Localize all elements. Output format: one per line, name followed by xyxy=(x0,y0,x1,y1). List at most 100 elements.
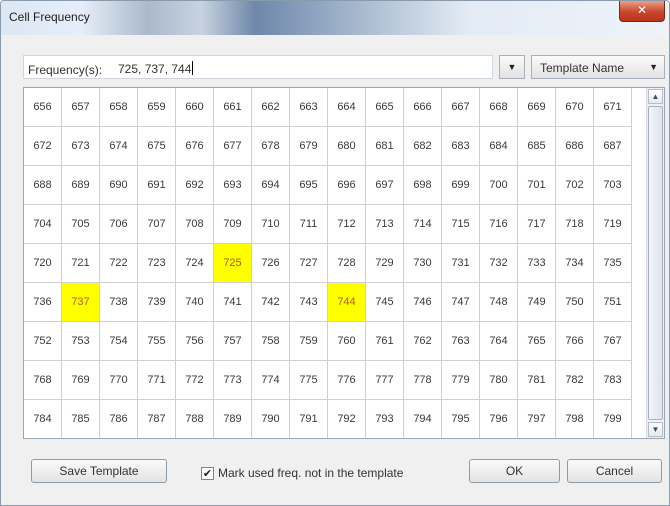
frequency-cell[interactable]: 671 xyxy=(594,88,632,127)
frequency-cell[interactable]: 750 xyxy=(556,283,594,322)
frequency-cell[interactable]: 716 xyxy=(480,205,518,244)
frequency-cell[interactable]: 695 xyxy=(290,166,328,205)
frequency-cell[interactable]: 710 xyxy=(252,205,290,244)
frequency-cell[interactable]: 752 xyxy=(24,322,62,361)
frequency-cell[interactable]: 743 xyxy=(290,283,328,322)
frequency-cell[interactable]: 689 xyxy=(62,166,100,205)
frequency-cell[interactable]: 755 xyxy=(138,322,176,361)
frequency-cell[interactable]: 680 xyxy=(328,127,366,166)
frequency-cell[interactable]: 746 xyxy=(404,283,442,322)
frequency-cell[interactable]: 656 xyxy=(24,88,62,127)
frequency-cell[interactable]: 681 xyxy=(366,127,404,166)
frequency-cell[interactable]: 773 xyxy=(214,361,252,400)
frequency-cell[interactable]: 673 xyxy=(62,127,100,166)
frequency-cell[interactable]: 797 xyxy=(518,400,556,438)
frequency-cell[interactable]: 665 xyxy=(366,88,404,127)
frequency-cell[interactable]: 661 xyxy=(214,88,252,127)
frequency-cell[interactable]: 702 xyxy=(556,166,594,205)
frequency-cell[interactable]: 660 xyxy=(176,88,214,127)
frequency-cell[interactable]: 713 xyxy=(366,205,404,244)
frequency-cell[interactable]: 690 xyxy=(100,166,138,205)
frequency-cell[interactable]: 657 xyxy=(62,88,100,127)
frequency-cell[interactable]: 717 xyxy=(518,205,556,244)
frequency-cell[interactable]: 672 xyxy=(24,127,62,166)
frequency-cell[interactable]: 776 xyxy=(328,361,366,400)
frequency-cell[interactable]: 694 xyxy=(252,166,290,205)
frequency-cell[interactable]: 726 xyxy=(252,244,290,283)
template-name-dropdown[interactable]: Template Name ▼ xyxy=(531,55,665,79)
frequency-cell[interactable]: 668 xyxy=(480,88,518,127)
scroll-thumb[interactable] xyxy=(648,106,663,420)
frequency-cell-selected[interactable]: 725 xyxy=(214,244,252,283)
frequency-cell[interactable]: 739 xyxy=(138,283,176,322)
frequency-cell[interactable]: 679 xyxy=(290,127,328,166)
frequency-cell[interactable]: 735 xyxy=(594,244,632,283)
frequency-cell[interactable]: 732 xyxy=(480,244,518,283)
frequency-cell[interactable]: 782 xyxy=(556,361,594,400)
frequency-cell[interactable]: 669 xyxy=(518,88,556,127)
frequency-cell[interactable]: 728 xyxy=(328,244,366,283)
frequency-cell[interactable]: 675 xyxy=(138,127,176,166)
frequency-cell[interactable]: 736 xyxy=(24,283,62,322)
cancel-button[interactable]: Cancel xyxy=(567,459,662,483)
frequency-cell[interactable]: 762 xyxy=(404,322,442,361)
frequency-cell[interactable]: 718 xyxy=(556,205,594,244)
frequency-cell[interactable]: 779 xyxy=(442,361,480,400)
frequency-cell[interactable]: 708 xyxy=(176,205,214,244)
close-button[interactable]: ✕ xyxy=(619,1,665,22)
frequency-cell[interactable]: 693 xyxy=(214,166,252,205)
frequency-cell[interactable]: 741 xyxy=(214,283,252,322)
frequency-cell[interactable]: 730 xyxy=(404,244,442,283)
frequency-cell[interactable]: 724 xyxy=(176,244,214,283)
frequency-cell[interactable]: 719 xyxy=(594,205,632,244)
frequency-cell[interactable]: 769 xyxy=(62,361,100,400)
mark-used-checkbox[interactable]: ✔ xyxy=(201,467,214,480)
frequency-cell[interactable]: 706 xyxy=(100,205,138,244)
ok-button[interactable]: OK xyxy=(469,459,560,483)
frequency-cell[interactable]: 692 xyxy=(176,166,214,205)
frequency-cell[interactable]: 686 xyxy=(556,127,594,166)
frequency-cell[interactable]: 722 xyxy=(100,244,138,283)
frequency-cell[interactable]: 766 xyxy=(556,322,594,361)
frequency-cell[interactable]: 787 xyxy=(138,400,176,438)
frequency-cell[interactable]: 749 xyxy=(518,283,556,322)
frequency-cell[interactable]: 701 xyxy=(518,166,556,205)
frequency-cell[interactable]: 677 xyxy=(214,127,252,166)
frequency-cell[interactable]: 687 xyxy=(594,127,632,166)
frequency-cell[interactable]: 740 xyxy=(176,283,214,322)
frequency-cell[interactable]: 785 xyxy=(62,400,100,438)
frequency-cell[interactable]: 714 xyxy=(404,205,442,244)
frequency-cell[interactable]: 772 xyxy=(176,361,214,400)
frequency-cell[interactable]: 720 xyxy=(24,244,62,283)
frequency-cell[interactable]: 795 xyxy=(442,400,480,438)
frequency-cell[interactable]: 688 xyxy=(24,166,62,205)
frequency-cell[interactable]: 786 xyxy=(100,400,138,438)
frequency-cell[interactable]: 666 xyxy=(404,88,442,127)
frequency-cell[interactable]: 780 xyxy=(480,361,518,400)
frequency-cell[interactable]: 711 xyxy=(290,205,328,244)
save-template-button[interactable]: Save Template xyxy=(31,459,167,483)
frequency-cell[interactable]: 742 xyxy=(252,283,290,322)
frequency-cell[interactable]: 676 xyxy=(176,127,214,166)
frequency-cell[interactable]: 794 xyxy=(404,400,442,438)
frequency-dropdown-button[interactable]: ▼ xyxy=(499,55,525,79)
frequency-cell[interactable]: 783 xyxy=(594,361,632,400)
frequency-cell[interactable]: 748 xyxy=(480,283,518,322)
frequency-cell[interactable]: 799 xyxy=(594,400,632,438)
frequency-cell[interactable]: 685 xyxy=(518,127,556,166)
frequency-cell[interactable]: 707 xyxy=(138,205,176,244)
frequency-cell[interactable]: 796 xyxy=(480,400,518,438)
frequency-cell[interactable]: 715 xyxy=(442,205,480,244)
frequency-cell[interactable]: 763 xyxy=(442,322,480,361)
frequency-cell[interactable]: 791 xyxy=(290,400,328,438)
frequency-cell[interactable]: 774 xyxy=(252,361,290,400)
frequency-cell[interactable]: 781 xyxy=(518,361,556,400)
frequency-cell[interactable]: 703 xyxy=(594,166,632,205)
frequency-cell[interactable]: 729 xyxy=(366,244,404,283)
frequency-cell[interactable]: 698 xyxy=(404,166,442,205)
frequency-cell[interactable]: 770 xyxy=(100,361,138,400)
frequency-cell[interactable]: 663 xyxy=(290,88,328,127)
frequency-cell[interactable]: 658 xyxy=(100,88,138,127)
frequency-cell[interactable]: 691 xyxy=(138,166,176,205)
frequency-cell-selected[interactable]: 737 xyxy=(62,283,100,322)
